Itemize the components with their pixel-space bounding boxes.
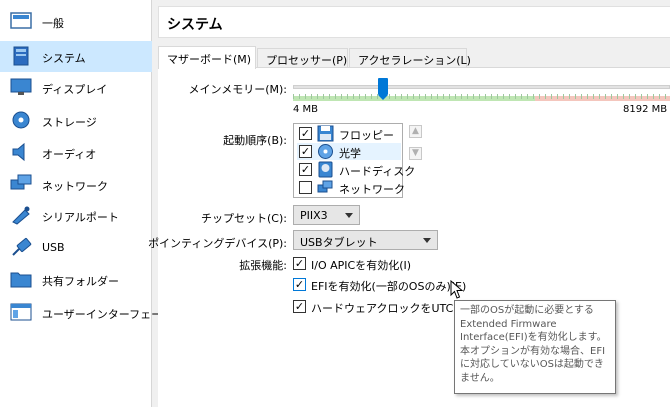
page-title: システム <box>167 17 223 33</box>
checkbox-box[interactable]: ✓ <box>293 278 306 291</box>
boot-order-list[interactable]: ✓ フロッピー ✓ 光学 ✓ ハードディスク ネットワーク <box>293 123 415 198</box>
tooltip-line: 一部のOSが起動に必要とする <box>460 305 594 316</box>
chipset-select[interactable]: PIIX3 <box>293 205 360 225</box>
sidebar-item-user-interface[interactable]: ユーザーインターフェース <box>0 297 173 328</box>
memory-slider-ticks <box>293 94 670 99</box>
chipset-label: チップセット(C): <box>201 212 287 225</box>
sidebar-item-system[interactable]: システム <box>0 41 152 72</box>
boot-move-up-button[interactable]: ▲ <box>409 125 422 138</box>
storage-icon <box>12 111 30 129</box>
boot-move-down-button[interactable]: ▼ <box>409 147 422 160</box>
checkbox-label: EFIを有効化(一部のOSのみ)(E) <box>311 280 467 293</box>
system-icon <box>13 46 29 66</box>
pointing-device-value: USBタブレット <box>300 236 378 249</box>
sidebar-item-label: 一般 <box>42 17 64 30</box>
sidebar-item-usb[interactable]: USB <box>0 232 152 263</box>
tooltip-line: に対応していないOSは起動でき <box>460 359 604 370</box>
sidebar-item-shared-folder[interactable]: 共有フォルダー <box>0 264 152 295</box>
tab-motherboard[interactable]: マザーボード(M) <box>158 46 256 69</box>
tab-acceleration[interactable]: アクセラレーション(L) <box>349 48 471 68</box>
boot-item-network[interactable]: ネットワーク <box>297 179 405 196</box>
sidebar-item-label: ストレージ <box>42 116 97 129</box>
sidebar-item-network[interactable]: ネットワーク <box>0 169 152 200</box>
boot-item-label: ハードディスク <box>339 165 416 178</box>
tab-processor[interactable]: プロセッサー(P) <box>257 48 348 68</box>
boot-item-label: 光学 <box>339 147 361 160</box>
sidebar-item-label: ディスプレイ <box>42 83 108 96</box>
floppy-icon <box>317 125 334 142</box>
network-boot-icon <box>317 180 333 193</box>
sidebar-item-display[interactable]: ディスプレイ <box>0 72 152 103</box>
pointing-device-label: ポインティングデバイス(P): <box>148 237 287 250</box>
sidebar-item-audio[interactable]: オーディオ <box>0 137 152 168</box>
memory-max-label: 8192 MB <box>623 104 668 115</box>
boot-item-label: フロッピー <box>339 129 394 142</box>
efi-tooltip: 一部のOSが起動に必要とする Extended Firmware Interfa… <box>454 300 616 394</box>
checkbox-box[interactable]: ✓ <box>293 257 306 270</box>
mouse-cursor-icon <box>450 280 464 299</box>
boot-item-optical[interactable]: ✓ 光学 <box>297 143 401 160</box>
sidebar-item-label: USB <box>42 241 65 254</box>
sidebar-item-general[interactable]: 一般 <box>0 6 152 37</box>
chevron-down-icon <box>345 213 353 218</box>
shared-folder-icon <box>10 272 32 288</box>
boot-item-checkbox[interactable] <box>299 181 312 194</box>
chevron-down-icon <box>423 238 431 243</box>
sidebar-item-label: シリアルポート <box>42 211 119 224</box>
memory-slider-thumb[interactable] <box>378 78 389 100</box>
tooltip-line: ません。 <box>460 372 500 384</box>
boot-item-checkbox[interactable]: ✓ <box>299 145 312 158</box>
memory-min-label: 4 MB <box>293 104 319 115</box>
tooltip-line: Interface(EFI)を有効化します。 <box>460 332 607 343</box>
chipset-value: PIIX3 <box>300 209 328 222</box>
tooltip-line: Extended Firmware <box>460 318 557 330</box>
memory-slider-track[interactable] <box>293 85 670 89</box>
page-header: システム <box>158 6 670 38</box>
audio-icon <box>12 142 25 162</box>
sidebar-item-label: ユーザーインターフェース <box>42 308 173 321</box>
optical-disc-icon <box>318 144 333 159</box>
tooltip-line: 本オプションが有効な場合、EFI <box>460 345 606 357</box>
usb-icon <box>12 237 32 256</box>
user-interface-icon <box>10 303 32 321</box>
boot-item-checkbox[interactable]: ✓ <box>299 163 312 176</box>
memory-label: メインメモリー(M): <box>188 83 287 96</box>
boot-item-hard-disk[interactable]: ✓ ハードディスク <box>297 161 415 178</box>
boot-item-checkbox[interactable]: ✓ <box>299 127 312 140</box>
sidebar-item-label: オーディオ <box>42 148 97 161</box>
boot-item-floppy[interactable]: ✓ フロッピー <box>297 125 401 142</box>
sidebar-item-serial-port[interactable]: シリアルポート <box>0 200 152 231</box>
sidebar-item-label: 共有フォルダー <box>42 275 119 288</box>
boot-item-label: ネットワーク <box>339 183 405 196</box>
checkbox-label: I/O APICを有効化(I) <box>311 259 412 272</box>
pointing-device-select[interactable]: USBタブレット <box>293 230 438 250</box>
extended-features-label: 拡張機能: <box>239 259 287 272</box>
settings-sidebar: 一般 システム ディスプレイ ストレージ オーディオ ネットワーク シリアルポー… <box>0 0 173 407</box>
network-icon <box>10 174 32 190</box>
serial-port-icon <box>12 206 30 225</box>
display-icon <box>10 78 32 95</box>
sidebar-item-label: ネットワーク <box>42 180 108 193</box>
sidebar-item-label: システム <box>42 52 86 65</box>
boot-order-label: 起動順序(B): <box>223 134 287 147</box>
hard-disk-icon <box>318 161 333 178</box>
checkbox-box[interactable]: ✓ <box>293 300 306 313</box>
sidebar-item-storage[interactable]: ストレージ <box>0 105 152 136</box>
general-icon <box>10 12 32 29</box>
